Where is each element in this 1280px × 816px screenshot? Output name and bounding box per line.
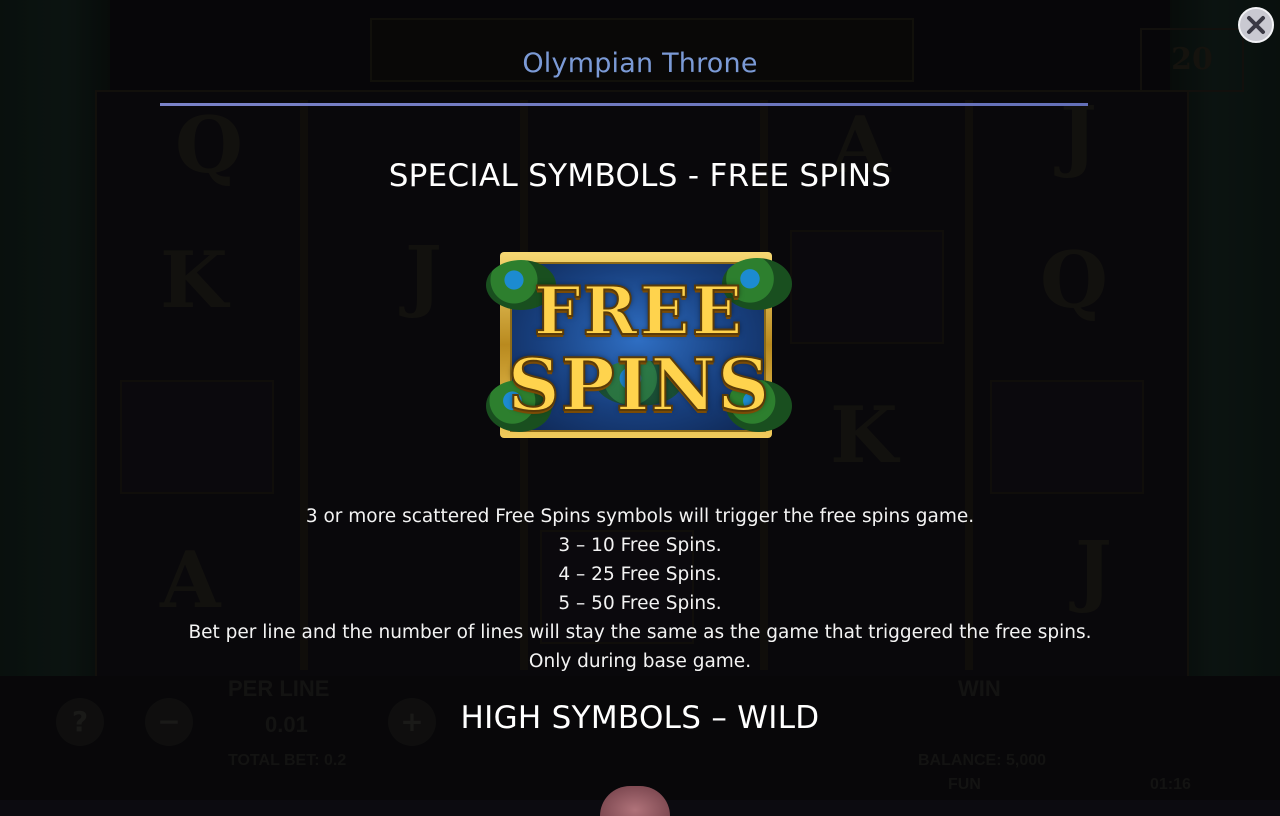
description-line: Bet per line and the number of lines wil…	[188, 621, 1092, 643]
close-icon	[1247, 16, 1265, 34]
free-spins-heading: SPECIAL SYMBOLS - FREE SPINS	[388, 158, 892, 194]
symbol-text-free: FREE	[533, 271, 745, 351]
description-line: 3 or more scattered Free Spins symbols w…	[305, 506, 975, 527]
title-divider	[160, 103, 1088, 106]
description-line: 4 – 25 Free Spins.	[558, 563, 722, 585]
paytable-panel: Olympian Throne SPECIAL SYMBOLS - FREE S…	[0, 0, 1280, 816]
close-button[interactable]	[1238, 7, 1274, 43]
page-title: Olympian Throne	[522, 48, 758, 79]
wild-symbol-preview	[600, 786, 670, 816]
description-line: 3 – 10 Free Spins.	[558, 534, 722, 556]
description-line: 5 – 50 Free Spins.	[558, 592, 722, 614]
wild-heading: HIGH SYMBOLS – WILD	[460, 700, 820, 736]
free-spins-description: 3 or more scattered Free Spins symbols w…	[0, 503, 1280, 676]
free-spins-symbol: FREE SPINS	[486, 250, 792, 444]
symbol-text-spins: SPINS	[507, 341, 771, 428]
description-line: Only during base game.	[528, 650, 752, 672]
